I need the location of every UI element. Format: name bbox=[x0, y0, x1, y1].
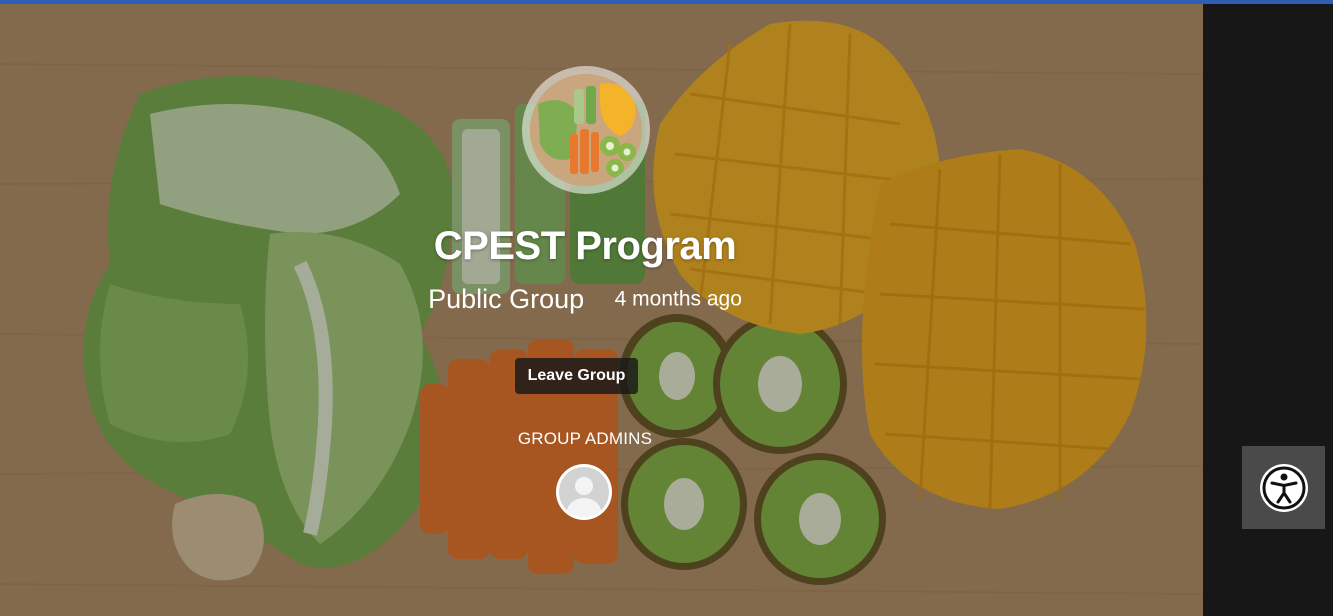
group-title: CPEST Program bbox=[433, 224, 737, 268]
accessibility-button[interactable] bbox=[1242, 446, 1325, 529]
admin-avatar[interactable] bbox=[556, 464, 612, 520]
last-active-time: 4 months ago bbox=[614, 287, 742, 311]
default-user-avatar-icon bbox=[559, 467, 609, 517]
group-admins-heading: GROUP ADMINS bbox=[517, 429, 653, 448]
group-type: Public Group bbox=[428, 284, 585, 314]
accessibility-icon bbox=[1259, 463, 1308, 512]
group-meta: Public Group 4 months ago bbox=[0, 284, 1170, 315]
group-avatar-illustration bbox=[530, 74, 642, 186]
leave-group-button[interactable]: Leave Group bbox=[515, 358, 638, 394]
group-avatar[interactable] bbox=[522, 66, 650, 194]
group-avatar-photo bbox=[530, 74, 642, 186]
